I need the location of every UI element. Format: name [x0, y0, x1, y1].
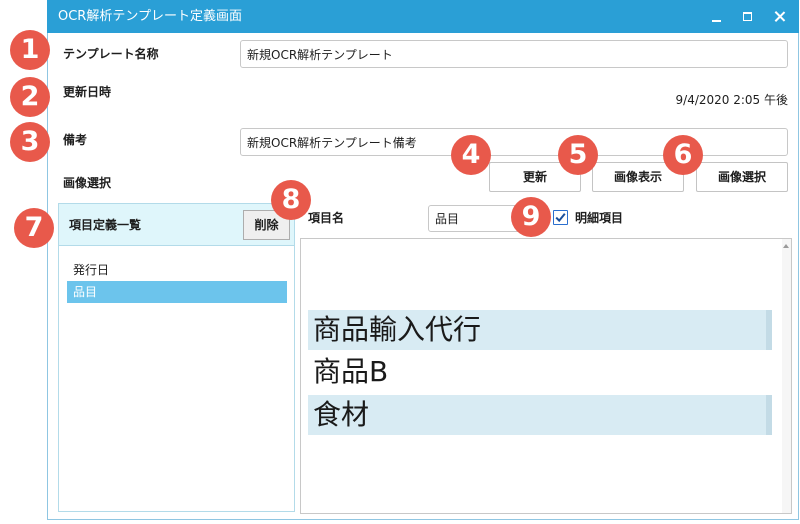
remarks-input[interactable] — [240, 128, 788, 156]
title-bar[interactable]: OCR解析テンプレート定義画面 — [47, 0, 799, 33]
scroll-up-icon[interactable] — [783, 244, 789, 248]
image-preview[interactable]: 商品輸入代行 商品B 食材 — [300, 238, 792, 514]
minimize-button[interactable] — [702, 0, 732, 33]
updated-at-label: 更新日時 — [63, 85, 112, 99]
item-definition-list: 発行日 品目 — [67, 259, 287, 303]
item-name-label: 項目名 — [308, 211, 345, 225]
template-name-input[interactable] — [240, 40, 788, 68]
item-definition-panel: 項目定義一覧 削除 発行日 品目 — [58, 203, 295, 512]
annotation-badge: 4 — [451, 135, 491, 175]
ocr-template-window: OCR解析テンプレート定義画面 テンプレート名称 更新日時 9/4/2020 2… — [47, 0, 799, 520]
annotation-badge: 8 — [271, 180, 311, 220]
close-button[interactable] — [765, 0, 795, 33]
item-definition-title: 項目定義一覧 — [69, 218, 142, 232]
detail-item-checkbox[interactable] — [553, 210, 568, 225]
list-item[interactable]: 品目 — [67, 281, 287, 303]
preview-row: 商品輸入代行 — [308, 310, 772, 350]
preview-scrollbar[interactable] — [782, 239, 791, 513]
annotation-badge: 5 — [558, 135, 598, 175]
preview-row: 商品B — [313, 355, 389, 388]
template-name-label: テンプレート名称 — [63, 47, 159, 61]
detail-item-label: 明細項目 — [575, 211, 624, 225]
item-definition-header: 項目定義一覧 削除 — [59, 204, 294, 246]
updated-at-value: 9/4/2020 2:05 午後 — [675, 93, 788, 107]
window-title: OCR解析テンプレート定義画面 — [58, 9, 242, 24]
annotation-badge: 1 — [10, 30, 50, 70]
checkmark-icon — [555, 213, 566, 223]
maximize-icon — [743, 12, 752, 21]
minimize-icon — [712, 20, 721, 22]
annotation-badge: 6 — [663, 135, 703, 175]
annotation-badge: 7 — [14, 208, 54, 248]
remarks-label: 備考 — [63, 133, 88, 147]
annotation-badge: 3 — [10, 122, 50, 162]
preview-row: 食材 — [308, 395, 772, 435]
select-image-button[interactable]: 画像選択 — [696, 162, 788, 192]
annotation-badge: 9 — [511, 197, 551, 237]
image-select-label: 画像選択 — [63, 176, 112, 190]
close-icon — [774, 11, 785, 22]
item-name-input[interactable] — [428, 205, 520, 232]
annotation-badge: 2 — [10, 77, 50, 117]
maximize-button[interactable] — [733, 0, 763, 33]
list-item[interactable]: 発行日 — [67, 259, 287, 281]
